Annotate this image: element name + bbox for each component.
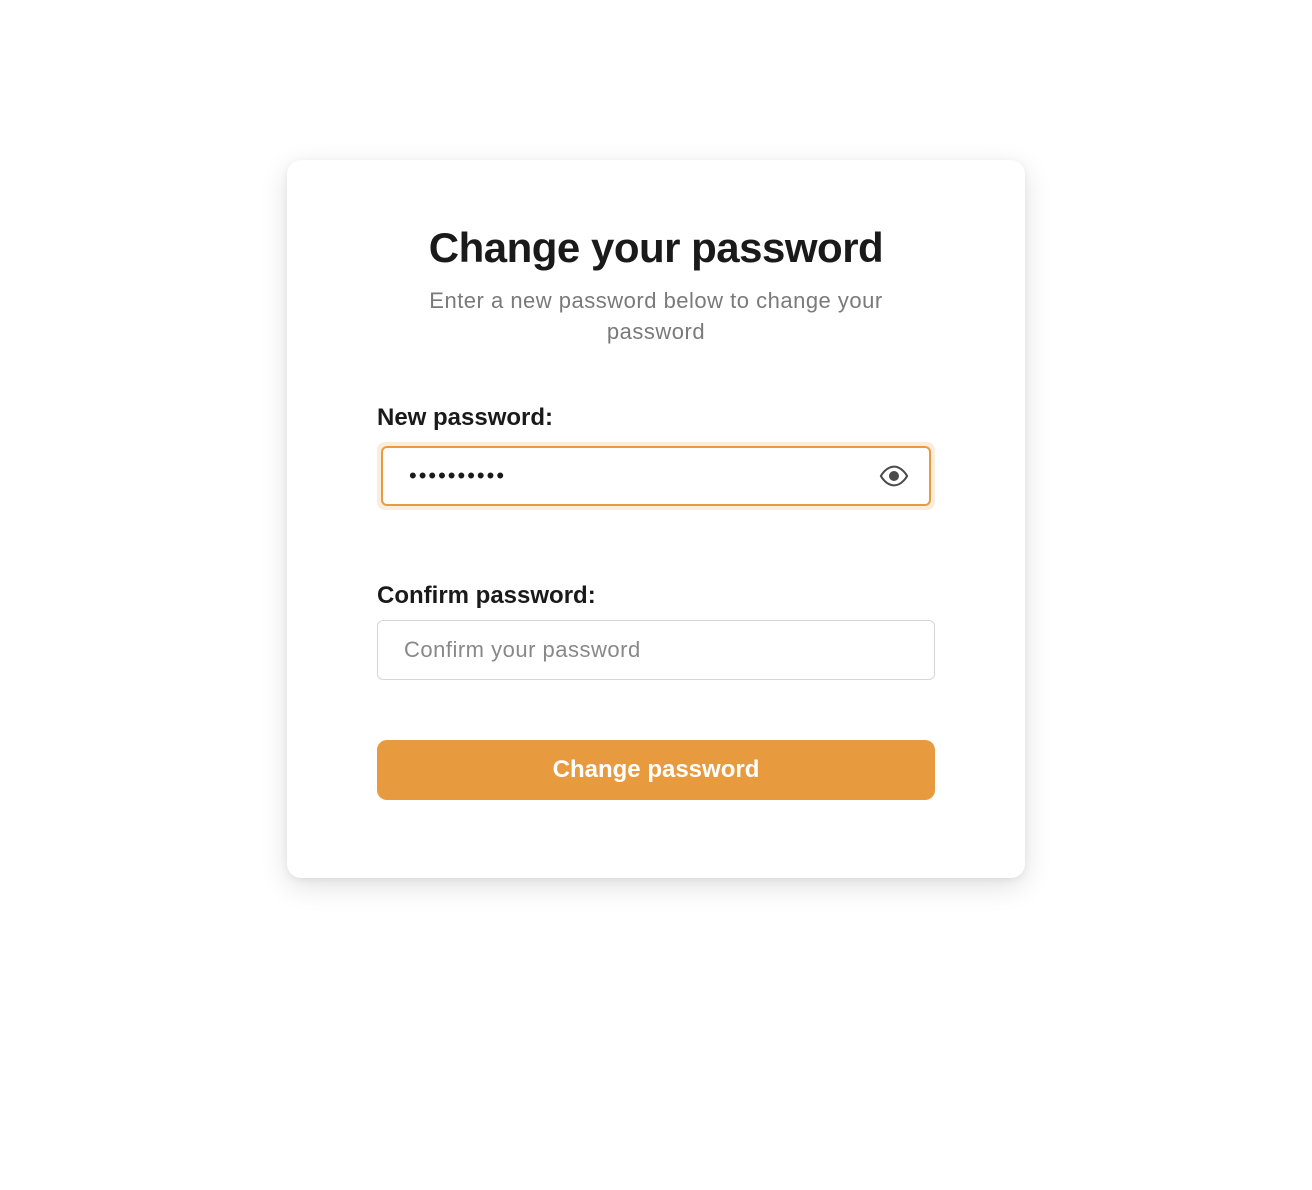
page-subtitle: Enter a new password below to change you… [377,286,935,348]
toggle-password-visibility-button[interactable] [875,457,913,495]
new-password-group: New password: [377,404,935,510]
new-password-input-wrapper [377,442,935,510]
confirm-password-input[interactable] [377,620,935,680]
new-password-label: New password: [377,404,935,432]
change-password-card: Change your password Enter a new passwor… [287,160,1025,878]
eye-icon [879,461,909,491]
new-password-input[interactable] [381,446,931,506]
confirm-password-group: Confirm password: [377,582,935,680]
change-password-button[interactable]: Change password [377,740,935,800]
confirm-password-label: Confirm password: [377,582,935,610]
confirm-password-input-wrapper [377,620,935,680]
page-title: Change your password [377,224,935,272]
